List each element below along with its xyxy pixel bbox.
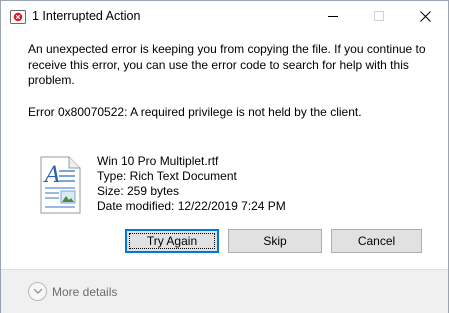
- more-details-toggle[interactable]: [28, 282, 47, 301]
- svg-text:A: A: [43, 163, 61, 188]
- file-date-modified: Date modified: 12/22/2019 7:24 PM: [97, 199, 286, 213]
- close-button[interactable]: [402, 1, 448, 32]
- file-type: Type: Rich Text Document: [97, 169, 237, 183]
- chevron-down-icon: [33, 288, 43, 294]
- error-code: Error 0x80070522: A required privilege i…: [28, 105, 362, 119]
- dialog-footer: More details: [1, 269, 448, 313]
- error-icon: [10, 10, 26, 24]
- more-details-link[interactable]: More details: [52, 284, 117, 300]
- maximize-icon: [374, 11, 384, 21]
- error-dialog: 1 Interrupted Action An unexpected error…: [0, 0, 449, 313]
- title-bar[interactable]: 1 Interrupted Action: [1, 1, 448, 32]
- file-name: Win 10 Pro Multiplet.rtf: [97, 154, 219, 168]
- skip-button[interactable]: Skip: [228, 229, 322, 253]
- focus-rectangle: [129, 233, 215, 249]
- error-message: An unexpected error is keeping you from …: [28, 42, 426, 87]
- maximize-button[interactable]: [356, 1, 402, 32]
- cancel-button[interactable]: Cancel: [331, 229, 422, 253]
- try-again-button[interactable]: Try Again: [125, 229, 219, 253]
- rtf-document-icon: A: [35, 156, 85, 214]
- file-details: Win 10 Pro Multiplet.rtf Type: Rich Text…: [97, 154, 286, 214]
- file-size: Size: 259 bytes: [97, 184, 180, 198]
- close-icon: [420, 11, 431, 22]
- minimize-button[interactable]: [310, 1, 356, 32]
- minimize-icon: [328, 16, 338, 17]
- window-title: 1 Interrupted Action: [32, 9, 141, 23]
